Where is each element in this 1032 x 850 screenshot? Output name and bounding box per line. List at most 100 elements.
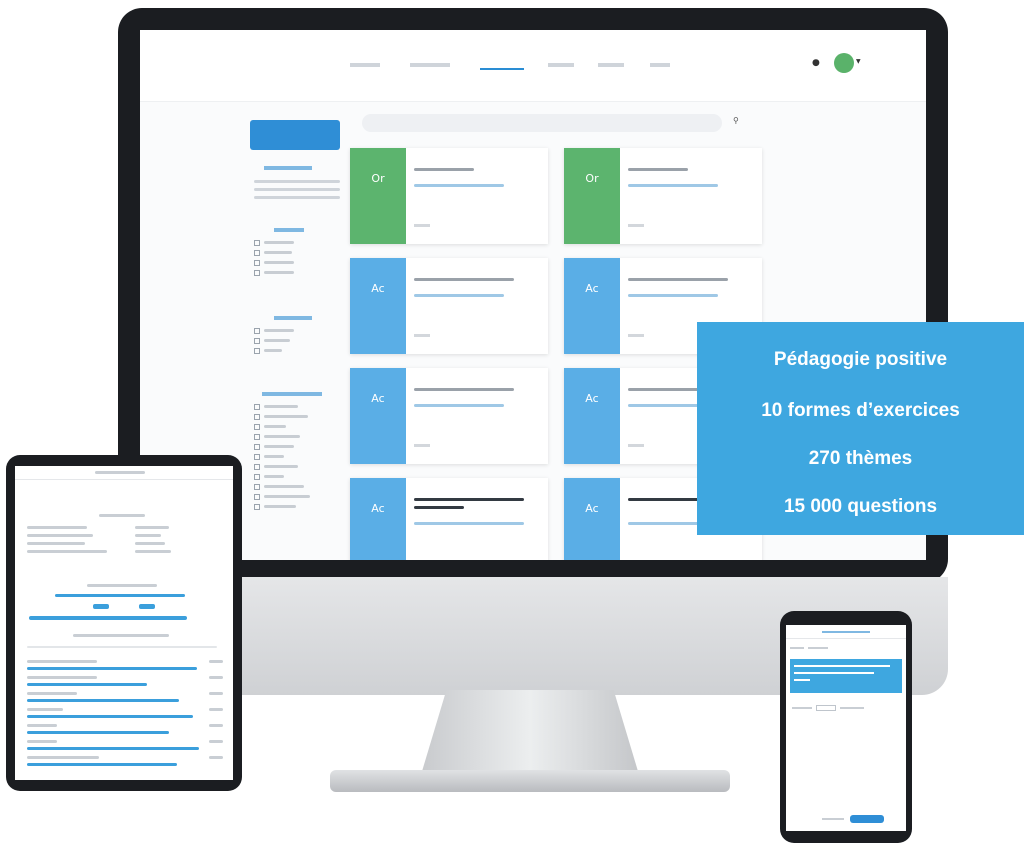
card-thumbnail: Ac: [350, 478, 406, 560]
filter-checkbox[interactable]: [254, 328, 260, 334]
card-abbreviation: Ac: [371, 502, 385, 515]
phone-device: [780, 611, 912, 843]
card-footer: [628, 334, 644, 337]
filter-label: [264, 425, 286, 428]
search-input[interactable]: [362, 114, 722, 132]
phone-screen: [786, 625, 906, 831]
filter-checkbox[interactable]: [254, 494, 260, 500]
filter-checkbox[interactable]: [254, 434, 260, 440]
nav-link-1[interactable]: [350, 63, 380, 67]
promo-banner: Pédagogie positive 10 formes d’exercices…: [697, 322, 1024, 535]
filter-label: [264, 251, 292, 254]
result-score: [209, 676, 223, 679]
card-link[interactable]: [414, 294, 504, 297]
card-link[interactable]: [414, 404, 504, 407]
nav-link-2[interactable]: [410, 63, 450, 67]
phone-tab[interactable]: [808, 647, 828, 649]
exercise-card[interactable]: Or: [350, 148, 548, 244]
filter-checkbox[interactable]: [254, 424, 260, 430]
result-label: [27, 660, 97, 663]
stat-label: [27, 534, 93, 537]
exercise-card[interactable]: Ac: [350, 258, 548, 354]
card-link[interactable]: [628, 184, 718, 187]
card-footer: [628, 444, 644, 447]
filter-label: [264, 445, 294, 448]
filter-checkbox[interactable]: [254, 484, 260, 490]
search-icon[interactable]: ⚲: [733, 116, 739, 125]
promo-line-themes: 270 thèmes: [808, 448, 913, 469]
exercise-card[interactable]: Or: [564, 148, 762, 244]
filter-checkbox[interactable]: [254, 474, 260, 480]
filter-checkbox[interactable]: [254, 250, 260, 256]
promo-line-exercise-forms: 10 formes d’exercices: [761, 400, 960, 421]
nav-link-5[interactable]: [598, 63, 624, 67]
result-bar: [27, 683, 147, 686]
sidebar-title[interactable]: [264, 166, 312, 170]
stat-label: [27, 550, 107, 553]
answer-input[interactable]: [816, 705, 836, 711]
filter-label: [264, 415, 308, 418]
sidebar-description-line: [254, 188, 340, 191]
card-link[interactable]: [414, 184, 504, 187]
monitor-stand: [420, 690, 640, 778]
filter-label: [264, 241, 294, 244]
result-bar: [27, 747, 199, 750]
filter-label: [264, 339, 290, 342]
question-text: [794, 679, 810, 681]
filter-label: [264, 465, 298, 468]
nav-link-3[interactable]: [480, 60, 524, 70]
card-footer: [414, 224, 430, 227]
nav-link-6[interactable]: [650, 63, 670, 67]
card-thumbnail: Or: [564, 148, 620, 244]
score-value: [93, 604, 109, 609]
filter-checkbox[interactable]: [254, 260, 260, 266]
score-value: [139, 604, 155, 609]
new-item-button[interactable]: [250, 120, 340, 150]
avatar[interactable]: [834, 53, 854, 73]
filter-checkbox[interactable]: [254, 454, 260, 460]
stat-value: [135, 534, 161, 537]
stat-label: [27, 526, 87, 529]
result-bar: [27, 667, 197, 670]
filter-checkbox[interactable]: [254, 404, 260, 410]
promo-line-questions: 15 000 questions: [783, 496, 938, 517]
result-label: [27, 692, 77, 695]
result-score: [209, 692, 223, 695]
filter-checkbox[interactable]: [254, 504, 260, 510]
answer-option[interactable]: [792, 707, 812, 709]
card-thumbnail: Ac: [350, 368, 406, 464]
top-navigation: ● ▼: [140, 30, 926, 102]
result-label: [27, 756, 99, 759]
validate-button[interactable]: [850, 815, 884, 823]
filter-checkbox[interactable]: [254, 270, 260, 276]
filter-checkbox[interactable]: [254, 348, 260, 354]
score-progress-bar: [29, 616, 187, 620]
answer-option[interactable]: [840, 707, 864, 709]
tablet-subheading: [99, 514, 145, 517]
filter-checkbox[interactable]: [254, 464, 260, 470]
filter-label: [264, 271, 294, 274]
footer-link[interactable]: [822, 818, 844, 820]
filter-label: [264, 435, 300, 438]
score-caption: [55, 594, 185, 597]
filter-checkbox[interactable]: [254, 444, 260, 450]
card-subtitle: [628, 168, 688, 171]
card-thumbnail: Ac: [564, 368, 620, 464]
filter-checkbox[interactable]: [254, 338, 260, 344]
exercise-card[interactable]: Ac: [350, 478, 548, 560]
card-link[interactable]: [414, 522, 524, 525]
filter-group-heading: [262, 392, 322, 396]
user-icon[interactable]: ●: [812, 58, 820, 68]
result-label: [27, 724, 57, 727]
filter-label: [264, 349, 282, 352]
card-subtitle: [414, 388, 514, 391]
question-text: [794, 665, 890, 667]
phone-tab[interactable]: [790, 647, 804, 649]
card-link[interactable]: [628, 294, 718, 297]
result-bar: [27, 731, 169, 734]
filter-checkbox[interactable]: [254, 240, 260, 246]
chevron-down-icon[interactable]: ▼: [856, 58, 861, 65]
nav-link-4[interactable]: [548, 63, 574, 67]
filter-checkbox[interactable]: [254, 414, 260, 420]
exercise-card[interactable]: Ac: [350, 368, 548, 464]
